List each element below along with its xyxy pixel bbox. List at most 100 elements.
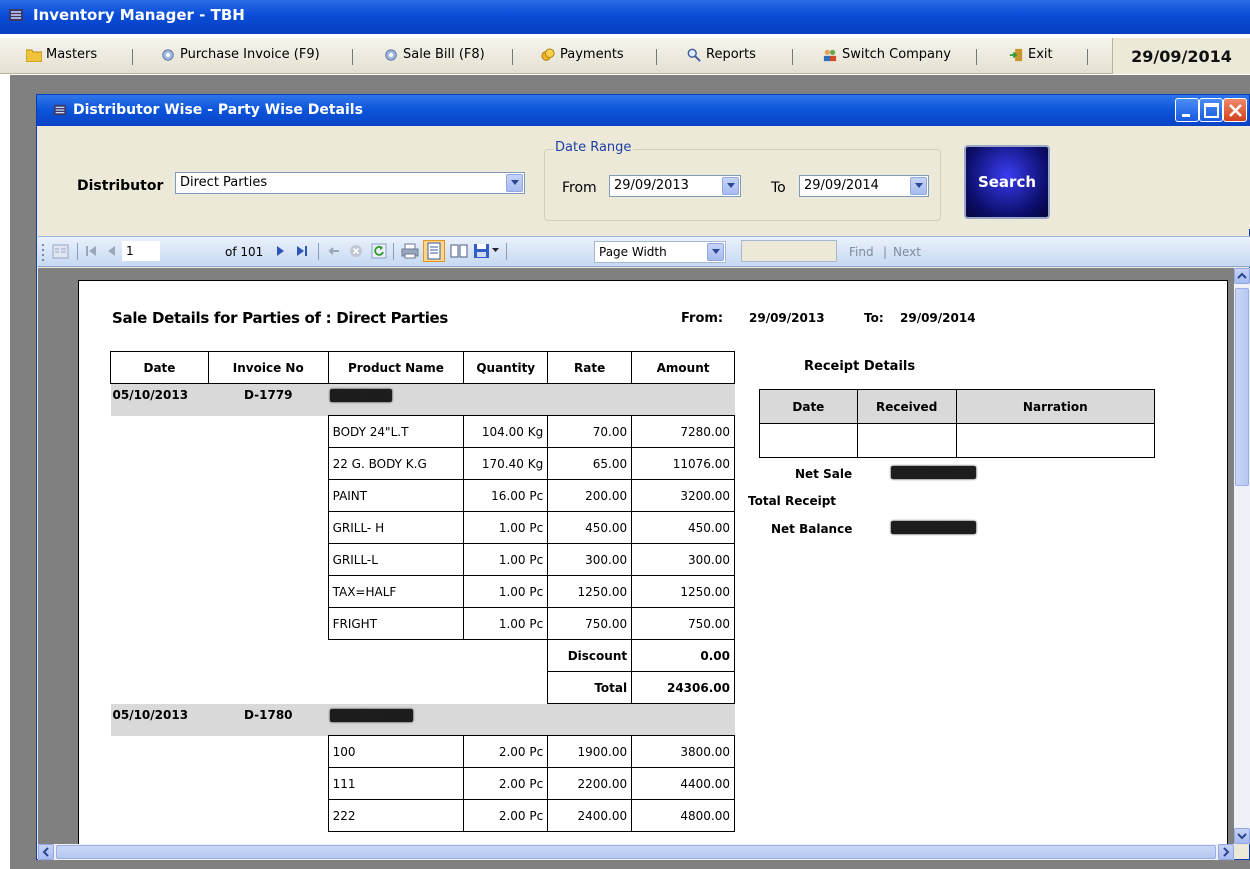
menu-separator <box>792 49 793 65</box>
menu-label: Purchase Invoice (F9) <box>180 47 320 62</box>
scroll-left-button[interactable] <box>38 844 54 860</box>
qty-cell: 2.00 Pc <box>463 735 549 768</box>
toolbar-separator <box>506 243 507 260</box>
discount-row: Discount 0.00 <box>111 639 735 672</box>
scroll-up-button[interactable] <box>1234 268 1250 284</box>
party-name-cell: ANIL PNP <box>328 384 734 416</box>
print-layout-icon[interactable] <box>423 240 445 262</box>
scroll-right-button[interactable] <box>1218 844 1234 860</box>
report-page: Sale Details for Parties of : Direct Par… <box>78 280 1228 844</box>
next-link[interactable]: Next <box>893 245 921 259</box>
invoice-header-row: 05/10/2013 D-1780 NDRI SALUJA <box>110 703 735 736</box>
rate-cell: 65.00 <box>547 447 633 480</box>
menu-exit[interactable]: Exit <box>1008 47 1053 62</box>
minimize-button[interactable] <box>1175 98 1199 122</box>
find-input[interactable] <box>741 240 837 262</box>
receipt-row <box>759 423 1156 458</box>
qty-cell: 2.00 Pc <box>463 767 549 800</box>
back-icon[interactable] <box>326 243 342 259</box>
report-window: Distributor Wise - Party Wise Details Di… <box>36 94 1250 860</box>
refresh-icon[interactable] <box>371 243 387 259</box>
maximize-icon <box>1204 103 1219 118</box>
table-row: TAX=HALF 1.00 Pc 1250.00 1250.00 <box>111 575 735 608</box>
print-icon[interactable] <box>401 243 419 259</box>
vertical-scrollbar[interactable] <box>1234 268 1250 844</box>
col-header-invoice: Invoice No <box>207 351 329 384</box>
qty-cell: 1.00 Pc <box>463 543 549 576</box>
invoice-number: D-1780 <box>243 707 293 722</box>
col-header-date: Date <box>110 351 209 384</box>
from-date-picker[interactable]: 29/09/2013 <box>609 175 741 197</box>
qty-cell: 1.00 Pc <box>463 511 549 544</box>
last-page-icon[interactable] <box>294 243 310 259</box>
qty-cell: 1.00 Pc <box>463 607 549 640</box>
product-cell: 111 <box>327 767 465 800</box>
horizontal-scroll-thumb[interactable] <box>56 845 1216 859</box>
menu-separator <box>656 49 657 65</box>
previous-page-icon[interactable] <box>104 243 118 259</box>
search-button[interactable]: Search <box>964 145 1050 219</box>
menu-date: 29/09/2014 <box>1112 38 1250 74</box>
distributor-value: Direct Parties <box>180 175 268 190</box>
chevron-down-icon[interactable] <box>722 177 739 195</box>
window-titlebar[interactable]: Distributor Wise - Party Wise Details <box>37 95 1249 126</box>
invoice-date: 05/10/2013 <box>112 707 189 722</box>
menu-payments[interactable]: Payments <box>540 47 624 62</box>
horizontal-scrollbar[interactable] <box>38 844 1234 860</box>
menu-label: Switch Company <box>842 47 951 62</box>
stop-icon[interactable] <box>348 243 364 259</box>
find-link[interactable]: Find <box>849 245 874 259</box>
save-icon[interactable] <box>473 243 491 259</box>
menu-masters[interactable]: Masters <box>26 47 97 62</box>
table-row: PAINT 16.00 Pc 200.00 3200.00 <box>111 479 735 512</box>
col-header-amount: Amount <box>631 351 735 384</box>
maximize-button[interactable] <box>1199 98 1223 122</box>
vertical-scroll-thumb[interactable] <box>1235 288 1249 486</box>
menu-label: Exit <box>1028 47 1053 62</box>
close-button[interactable] <box>1223 98 1247 122</box>
menu-purchase-invoice[interactable]: Purchase Invoice (F9) <box>160 47 320 62</box>
qty-cell: 2.00 Pc <box>463 799 549 832</box>
zoom-value: Page Width <box>599 245 667 259</box>
receipt-col-received: Received <box>856 389 957 424</box>
table-row: BODY 24"L.T 104.00 Kg 70.00 7280.00 <box>111 415 735 448</box>
amount-cell: 3200.00 <box>631 479 735 512</box>
report-toolbar: 1 of 101 Page Width Find | Next <box>38 236 1250 267</box>
amount-cell: 4800.00 <box>631 799 735 832</box>
product-cell: TAX=HALF <box>327 575 465 608</box>
menu-sale-bill[interactable]: Sale Bill (F8) <box>383 47 485 62</box>
menu-separator <box>976 49 977 65</box>
to-date-picker[interactable]: 29/09/2014 <box>799 175 929 197</box>
product-cell: BODY 24"L.T <box>327 415 465 448</box>
next-page-icon[interactable] <box>274 243 288 259</box>
net-balance-value-cell: 38045430.10 <box>891 520 976 534</box>
zoom-select[interactable]: Page Width <box>594 241 726 263</box>
table-row: 22 G. BODY K.G 170.40 Kg 65.00 11076.00 <box>111 447 735 480</box>
qty-cell: 16.00 Pc <box>463 479 549 512</box>
qty-cell: 1.00 Pc <box>463 575 549 608</box>
receipt-table: Date Received Narration <box>759 389 1156 458</box>
document-map-icon[interactable] <box>52 243 70 261</box>
coins-icon <box>541 47 555 61</box>
chevron-down-icon <box>1237 833 1247 840</box>
page-setup-icon[interactable] <box>450 243 468 259</box>
menu-switch-company[interactable]: Switch Company <box>822 47 951 62</box>
first-page-icon[interactable] <box>84 243 100 259</box>
menu-separator <box>352 49 353 65</box>
amount-cell: 11076.00 <box>631 447 735 480</box>
chevron-down-icon[interactable] <box>910 177 927 195</box>
distributor-select[interactable]: Direct Parties <box>175 172 525 194</box>
page-number-input[interactable]: 1 <box>122 241 160 261</box>
to-label: To <box>771 180 786 196</box>
col-header-product: Product Name <box>327 351 465 384</box>
chevron-down-icon[interactable] <box>506 174 523 192</box>
col-header-quantity: Quantity <box>463 351 549 384</box>
table-header-row: Date Invoice No Product Name Quantity Ra… <box>110 351 735 384</box>
main-menubar: Masters Purchase Invoice (F9) Sale Bill … <box>0 38 1250 74</box>
chevron-down-icon[interactable] <box>707 243 724 261</box>
menu-reports[interactable]: Reports <box>686 47 756 62</box>
folder-icon <box>26 49 42 62</box>
amount-cell: 300.00 <box>631 543 735 576</box>
chevron-down-icon[interactable] <box>492 248 500 254</box>
scroll-down-button[interactable] <box>1234 828 1250 844</box>
